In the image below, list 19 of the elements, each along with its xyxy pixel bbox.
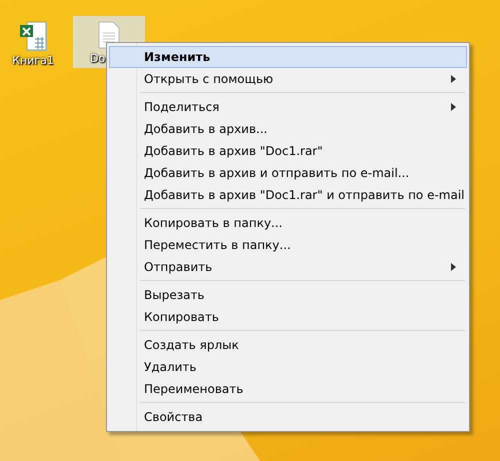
- menu-item[interactable]: Добавить в архив "Doc1.rar" и отправить по e-mail: [109, 184, 467, 206]
- menu-item[interactable]: Удалить: [109, 356, 467, 378]
- menu-item[interactable]: Поделиться: [109, 96, 467, 118]
- menu-item[interactable]: Вырезать: [109, 284, 467, 306]
- file-name: Do: [90, 52, 106, 65]
- menu-item[interactable]: Создать ярлык: [109, 334, 467, 356]
- menu-item[interactable]: Свойства: [109, 406, 467, 428]
- menu-item[interactable]: Переместить в папку...: [109, 234, 467, 256]
- menu-item[interactable]: Открыть с помощью: [109, 68, 467, 90]
- menu-item[interactable]: Добавить в архив и отправить по e-mail...: [109, 162, 467, 184]
- menu-item[interactable]: Добавить в архив...: [109, 118, 467, 140]
- menu-item[interactable]: Отправить: [109, 256, 467, 278]
- file-name: Книга1: [12, 54, 54, 67]
- menu-item[interactable]: Копировать в папку...: [109, 212, 467, 234]
- menu-item[interactable]: Изменить: [109, 46, 467, 68]
- menu-item[interactable]: Переименовать: [109, 378, 467, 400]
- menu-item[interactable]: Добавить в архив "Doc1.rar": [109, 140, 467, 162]
- spreadsheet-file-icon: [19, 21, 47, 51]
- menu-item[interactable]: Копировать: [109, 306, 467, 328]
